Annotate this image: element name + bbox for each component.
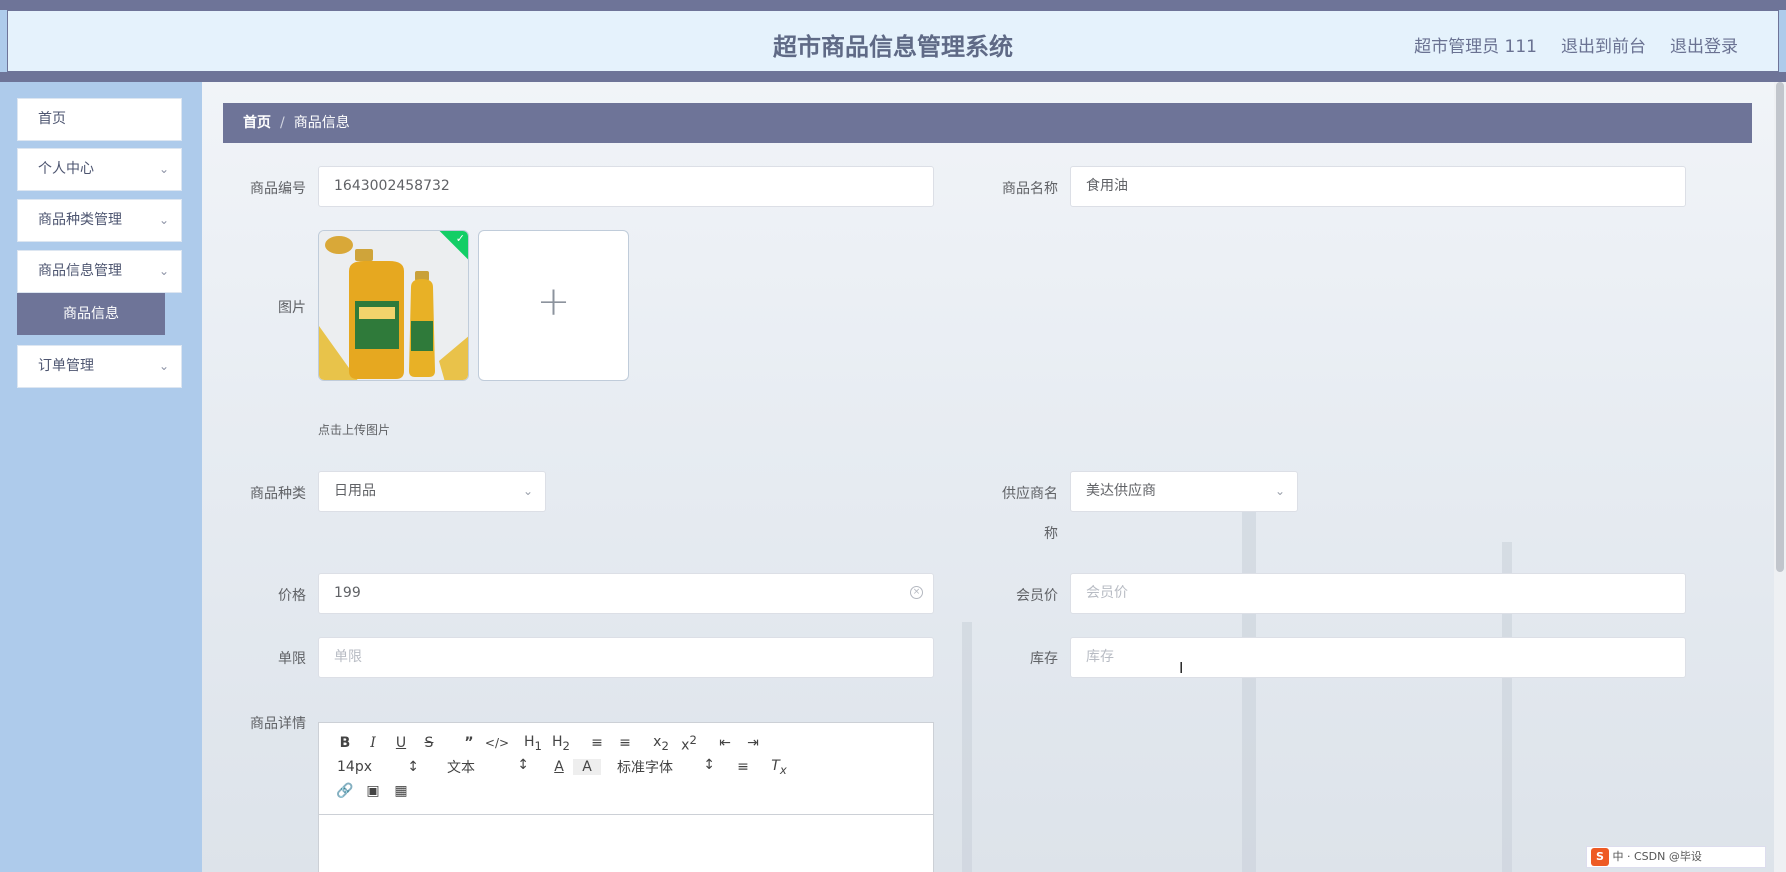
image-label: 图片 — [278, 300, 306, 316]
ime-toolbar: S 中 · CSDN @毕设 — [1586, 846, 1766, 868]
image-upload-button[interactable]: + — [478, 230, 629, 381]
check-icon: ✓ — [455, 232, 465, 245]
font-color-icon[interactable]: A — [545, 759, 573, 775]
subscript-icon[interactable]: x2 — [647, 734, 675, 753]
back-to-front-link[interactable]: 退出到前台 — [1561, 32, 1646, 57]
top-stripe — [0, 0, 1786, 10]
supplier-selected-value: 美达供应商 — [1086, 483, 1156, 499]
ordered-list-icon[interactable]: ≡ — [583, 735, 611, 751]
supplier-label: 供应商名 — [1002, 486, 1058, 502]
logout-link[interactable]: 退出登录 — [1670, 32, 1738, 57]
updown-icon: ↕ — [703, 757, 715, 773]
product-no-label: 商品编号 — [250, 181, 306, 197]
bullet-list-icon[interactable]: ≡ — [611, 735, 639, 751]
clear-icon[interactable]: × — [910, 586, 923, 599]
font-size-value: 14px — [337, 759, 372, 775]
supplier-select[interactable]: 美达供应商 ⌄ — [1070, 471, 1298, 512]
ime-status: 中 · CSDN @毕设 — [1612, 850, 1702, 863]
text-cursor-icon: I — [1179, 659, 1184, 677]
editor-toolbar: B I U S ” </> H1 H2 ≡ ≡ x2 x2 ⇤ ⇥ 14px ↕ … — [319, 723, 933, 815]
limit-field[interactable]: 单限 — [318, 637, 934, 678]
cooking-oil-image — [319, 231, 468, 380]
sidebar-item-label: 首页 — [38, 111, 66, 127]
upload-hint: 点击上传图片 — [318, 423, 391, 437]
indent-icon[interactable]: ⇥ — [739, 735, 767, 751]
align-icon[interactable]: ≡ — [729, 759, 757, 775]
stock-field[interactable]: 库存 — [1070, 637, 1686, 678]
category-selected-value: 日用品 — [334, 483, 376, 499]
sidebar-item-label: 个人中心 — [38, 161, 94, 177]
font-family-value: 标准字体 — [617, 760, 673, 776]
product-image-thumbnail[interactable]: ✓ — [318, 230, 469, 381]
sidebar-item-order-management[interactable]: 订单管理 ⌄ — [17, 345, 182, 388]
price-value: 199 — [334, 585, 361, 601]
supplier-label-wrap: 称 — [1044, 526, 1058, 542]
sidebar-item-label: 商品种类管理 — [38, 212, 122, 228]
bold-icon[interactable]: B — [331, 735, 359, 751]
video-icon[interactable]: ▦ — [387, 783, 415, 799]
product-name-field[interactable]: 食用油 — [1070, 166, 1686, 207]
heading1-icon[interactable]: H1 — [519, 734, 547, 753]
scrollbar-thumb[interactable] — [1776, 82, 1784, 572]
category-select[interactable]: 日用品 ⌄ — [318, 471, 546, 512]
page-scrollbar[interactable] — [1774, 82, 1786, 872]
chevron-down-icon: ⌄ — [522, 484, 533, 498]
header-bar — [0, 72, 1786, 82]
editor-content-area[interactable] — [319, 815, 933, 872]
font-size-select[interactable]: 14px ↕ — [331, 759, 425, 775]
font-family-select[interactable]: 标准字体 ↕ — [611, 757, 721, 777]
updown-icon: ↕ — [517, 757, 529, 773]
sidebar-item-personal-center[interactable]: 个人中心 ⌄ — [17, 148, 182, 191]
breadcrumb-home[interactable]: 首页 — [243, 115, 271, 131]
outdent-icon[interactable]: ⇤ — [711, 735, 739, 751]
plus-icon: + — [536, 279, 571, 325]
rich-text-editor: B I U S ” </> H1 H2 ≡ ≡ x2 x2 ⇤ ⇥ 14px ↕ … — [318, 722, 934, 872]
underline-icon[interactable]: U — [387, 735, 415, 751]
header-links: 超市管理员 111 退出到前台 退出登录 — [1414, 32, 1738, 57]
background-color-icon[interactable]: A — [573, 759, 601, 775]
heading2-icon[interactable]: H2 — [547, 734, 575, 753]
sidebar-item-category-management[interactable]: 商品种类管理 ⌄ — [17, 199, 182, 242]
breadcrumb-separator: / — [280, 115, 285, 131]
detail-label: 商品详情 — [250, 716, 306, 732]
category-label: 商品种类 — [250, 486, 306, 502]
background-decoration — [1242, 502, 1256, 872]
clear-format-icon[interactable]: Tx — [765, 758, 793, 777]
stock-label: 库存 — [1030, 651, 1058, 667]
breadcrumb: 首页 / 商品信息 — [223, 103, 1752, 143]
member-price-label: 会员价 — [1016, 588, 1058, 604]
blockquote-icon[interactable]: ” — [455, 735, 483, 751]
member-price-field[interactable]: 会员价 — [1070, 573, 1686, 614]
price-field[interactable]: 199 × — [318, 573, 934, 614]
sidebar-subitem-product-info[interactable]: 商品信息 — [17, 293, 165, 335]
sidebar-item-label: 订单管理 — [38, 358, 94, 374]
strikethrough-icon[interactable]: S — [415, 735, 443, 751]
limit-label: 单限 — [278, 651, 306, 667]
sidebar-item-product-management[interactable]: 商品信息管理 ⌄ — [17, 250, 182, 293]
chevron-down-icon: ⌄ — [158, 359, 169, 373]
breadcrumb-current: 商品信息 — [293, 115, 350, 131]
chevron-down-icon: ⌄ — [158, 213, 169, 227]
image-icon[interactable]: ▣ — [359, 783, 387, 799]
sogou-icon: S — [1591, 848, 1609, 866]
product-no-field[interactable]: 1643002458732 — [318, 166, 934, 207]
price-label: 价格 — [278, 588, 306, 604]
chevron-down-icon: ⌄ — [1274, 484, 1285, 498]
code-block-icon[interactable]: </> — [483, 736, 511, 750]
current-user: 超市管理员 111 — [1414, 37, 1537, 57]
sidebar-item-home[interactable]: 首页 — [17, 98, 182, 141]
chevron-down-icon: ⌄ — [158, 162, 169, 176]
format-value: 文本 — [447, 760, 475, 776]
link-icon[interactable]: 🔗 — [331, 783, 359, 799]
superscript-icon[interactable]: x2 — [675, 733, 703, 754]
app-header: 超市商品信息管理系统 超市管理员 111 退出到前台 退出登录 — [7, 10, 1779, 72]
italic-icon[interactable]: I — [359, 735, 387, 751]
product-name-label: 商品名称 — [1002, 181, 1058, 197]
sidebar-item-label: 商品信息管理 — [38, 263, 122, 279]
format-select[interactable]: 文本 ↕ — [441, 757, 535, 777]
sidebar: 首页 个人中心 ⌄ 商品种类管理 ⌄ 商品信息管理 ⌄ 商品信息 订单管理 ⌄ — [0, 82, 202, 872]
chevron-down-icon: ⌄ — [158, 264, 169, 278]
updown-icon: ↕ — [407, 759, 419, 775]
